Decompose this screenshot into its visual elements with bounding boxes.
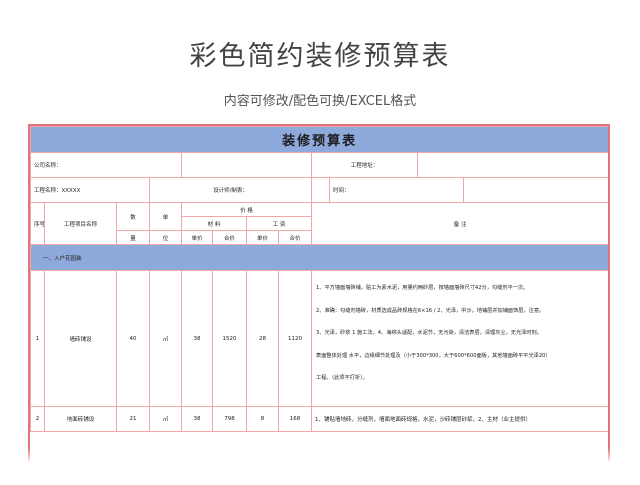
row-no: 1: [30, 270, 45, 407]
row-labor-total[interactable]: 1120: [278, 270, 312, 407]
col-header-qty: 数: [116, 202, 150, 231]
subheader-unit: 位: [149, 230, 182, 245]
row-notes[interactable]: 1、平方墙面墙砖铺，贴工为素水泥，用量约两砂层，按墙面墙砖尺寸42分，勾缝剂平一…: [310, 270, 608, 407]
sheet-heading: 装修预算表: [30, 126, 608, 153]
header-row-1: 序号 工程项目名称 数 单 价 格 备 注: [30, 202, 608, 245]
note-line: 工程。（此项不打折）。: [316, 375, 368, 381]
row-material-total[interactable]: 1520: [212, 270, 247, 407]
row-no: 2: [30, 406, 45, 432]
page-title: 彩色简约装修预算表: [189, 41, 451, 72]
date-field[interactable]: 时间：: [329, 177, 464, 203]
row-item[interactable]: 墙砖铺设: [44, 270, 117, 407]
subheader-material-unit-price: 单价: [181, 230, 213, 245]
row-material-unit-price[interactable]: 38: [181, 270, 213, 407]
col-header-item: 工程项目名称: [44, 202, 117, 245]
page-subtitle: 内容可修改/配色可换/EXCEL格式: [223, 94, 417, 109]
row-notes[interactable]: 1、铺贴墙地砖，分缝剂，墙面地面砖规格，水泥，沙砖铺层砂浆，2、主材（业主提供）: [310, 406, 608, 432]
col-header-notes: 备 注: [310, 202, 608, 245]
col-header-no: 序号: [30, 202, 45, 245]
note-line: 1、平方墙面墙砖铺，贴工为素水泥，用量约两砂层，按墙面墙砖尺寸42分，勾缝剂平一…: [316, 285, 529, 291]
row-item[interactable]: 地面砖铺设: [44, 406, 117, 432]
budget-sheet: 装修预算表 公司名称： 工程地址： 工程名称：XXXXX 设计师/制表： 时间：…: [28, 124, 610, 461]
row-qty[interactable]: 21: [116, 406, 150, 432]
note-line: 3、光泽，砂浆 1 施工法，4、海绵头适配，水泥节，无污染，清洁表层，清理灰尘，…: [316, 330, 542, 336]
section-title: 一、入户花园装: [30, 244, 608, 271]
budget-table: 装修预算表 公司名称： 工程地址： 工程名称：XXXXX 设计师/制表： 时间：…: [30, 126, 608, 432]
row-labor-unit-price[interactable]: 28: [246, 270, 279, 407]
col-header-material: 材 料: [181, 216, 247, 231]
row-labor-total[interactable]: 168: [278, 406, 312, 432]
note-line: 2、准确：勾缝剂墙砖，材质选成品砖规格在6×16 / 2、光泽，中沙，地铺层并加…: [316, 307, 545, 314]
project-address-field[interactable]: 工程地址：: [311, 152, 418, 178]
note-line: 表面整体处理 水平，边缘细节处理及（小于300*300，大于600*600面板，…: [316, 352, 551, 359]
row-labor-unit-price[interactable]: 8: [246, 406, 279, 432]
info-row-2: 工程名称：XXXXX 设计师/制表： 时间：: [30, 177, 608, 203]
sheet-title-row: 装修预算表: [30, 126, 608, 153]
company-name-field[interactable]: 公司名称：: [30, 152, 182, 178]
subheader-labor-total: 合价: [278, 230, 312, 245]
subheader-material-total: 合价: [212, 230, 247, 245]
row-unit[interactable]: ㎡: [149, 270, 182, 407]
col-header-unit: 单: [149, 202, 182, 231]
subheader-qty: 量: [116, 230, 150, 245]
info-row-1: 公司名称： 工程地址：: [30, 152, 608, 178]
project-name-field[interactable]: 工程名称：XXXXX: [30, 177, 150, 203]
row-material-total[interactable]: 798: [212, 406, 247, 432]
table-row: 2 地面砖铺设 21 ㎡ 38 798 8 168 1、铺贴墙地砖，分缝剂，墙面…: [30, 406, 608, 432]
sheet-fade-overlay: [28, 448, 610, 462]
designer-field[interactable]: 设计师/制表：: [149, 177, 312, 203]
subheader-labor-unit-price: 单价: [246, 230, 279, 245]
row-material-unit-price[interactable]: 38: [181, 406, 213, 432]
col-header-labor: 工 资: [246, 216, 312, 231]
table-row: 1 墙砖铺设 40 ㎡ 38 1520 28 1120 1、平方墙面墙砖铺，贴工…: [30, 270, 608, 407]
col-header-price: 价 格: [181, 202, 312, 217]
section-row: 一、入户花园装: [30, 244, 608, 271]
row-unit[interactable]: ㎡: [149, 406, 182, 432]
row-qty[interactable]: 40: [116, 270, 150, 407]
